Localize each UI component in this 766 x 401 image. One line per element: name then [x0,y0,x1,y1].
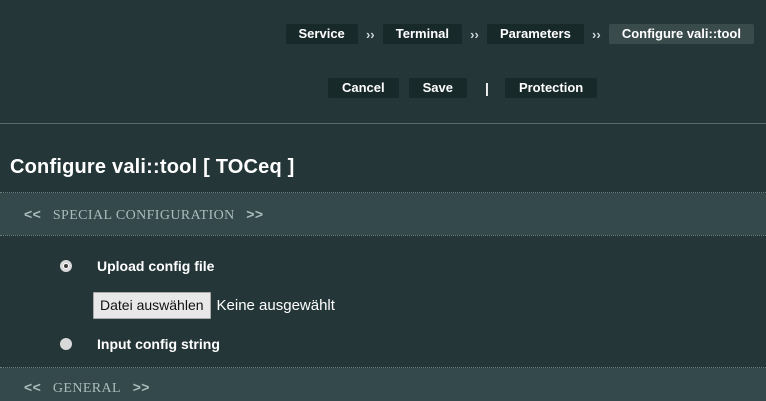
collapse-right-icon: >> [132,379,150,395]
radio-unselected-icon[interactable] [60,338,72,350]
section-label-special: SPECIAL CONFIGURATION [52,208,235,223]
collapse-left-icon: << [24,206,42,222]
save-button[interactable]: Save [408,78,468,98]
breadcrumb-separator-icon: ›› [365,26,375,42]
protection-button[interactable]: Protection [504,78,598,98]
collapse-left-icon: << [24,379,42,395]
cancel-button[interactable]: Cancel [328,78,399,98]
file-status: Keine ausgewählt [216,297,335,314]
radio-selected-icon[interactable] [60,260,72,272]
section-label-general: GENERAL [52,381,121,396]
breadcrumb-parameters[interactable]: Parameters [487,24,584,44]
top-bar: Service ›› Terminal ›› Parameters ›› Con… [0,0,766,123]
option-input-config-string[interactable]: Input config string [60,336,220,352]
option-label: Input config string [97,336,220,352]
special-config-panel: Upload config file Datei auswählen Keine… [0,236,766,367]
breadcrumb-configure-tool[interactable]: Configure vali::tool [608,24,754,44]
action-divider: | [485,80,489,96]
title-area: Configure vali::tool [ TOCeq ] [0,124,766,193]
action-bar: Cancel Save | Protection [328,78,598,98]
section-header-special[interactable]: << SPECIAL CONFIGURATION >> [0,193,766,235]
file-upload-row: Datei auswählen Keine ausgewählt [93,292,335,319]
option-upload-config[interactable]: Upload config file [60,258,214,274]
section-header-general[interactable]: << GENERAL >> [0,368,766,401]
breadcrumb-separator-icon: ›› [470,26,479,42]
collapse-right-icon: >> [246,206,264,222]
choose-file-button[interactable]: Datei auswählen [93,292,211,319]
breadcrumb-service[interactable]: Service [285,24,358,44]
page-title: Configure vali::tool [ TOCeq ] [10,156,295,178]
breadcrumb-separator-icon: ›› [591,26,601,42]
option-label: Upload config file [97,258,215,274]
breadcrumb: Service ›› Terminal ›› Parameters ›› Con… [285,24,754,44]
breadcrumb-terminal[interactable]: Terminal [382,24,462,44]
